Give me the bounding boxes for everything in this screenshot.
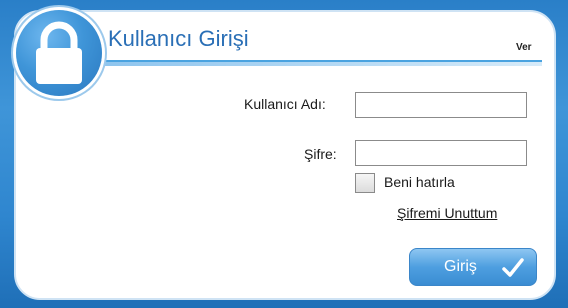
- forgot-password-link[interactable]: Şifremi Unuttum: [397, 205, 497, 221]
- username-input[interactable]: [355, 92, 527, 118]
- lock-badge: [16, 10, 102, 96]
- version-label: Ver: [516, 42, 532, 53]
- title-underline: [96, 62, 542, 66]
- remember-me-checkbox[interactable]: [355, 173, 375, 193]
- password-input[interactable]: [355, 140, 527, 166]
- login-button[interactable]: Giriş: [409, 248, 537, 286]
- remember-me-label[interactable]: Beni hatırla: [384, 174, 455, 190]
- login-button-label: Giriş: [444, 258, 477, 275]
- lock-icon: [36, 21, 82, 84]
- checkmark-icon: [502, 258, 524, 277]
- password-label: Şifre:: [304, 146, 337, 162]
- username-label: Kullanıcı Adı:: [244, 96, 326, 112]
- page-title: Kullanıcı Girişi: [108, 26, 249, 51]
